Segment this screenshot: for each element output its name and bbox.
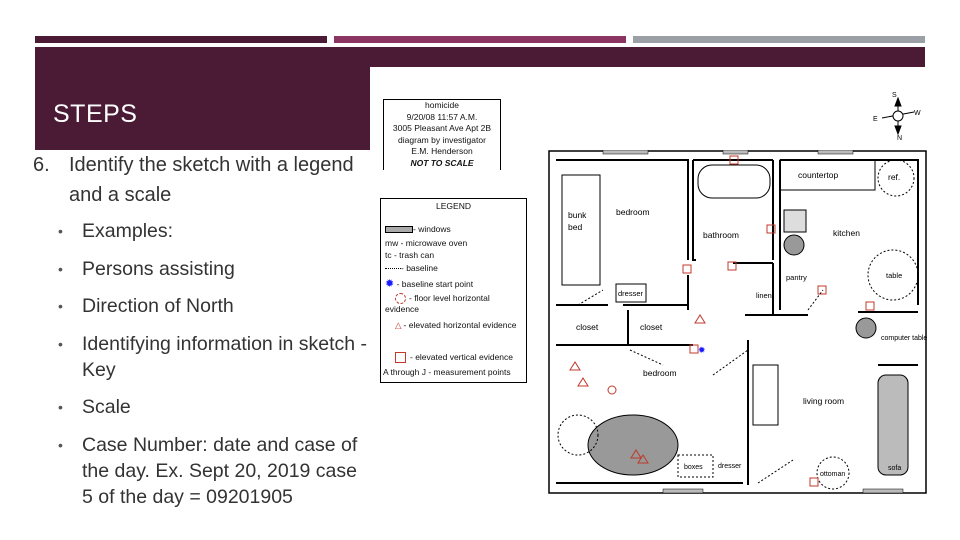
floor-plan-sketch: bedroom bunk bed dresser bathroom counte… (548, 150, 927, 494)
furniture-label-computer-table: computer table (881, 335, 927, 342)
room-label-linen: linen (756, 291, 772, 300)
room-label-pantry: pantry (786, 273, 807, 282)
sketch-info-box: homicide 9/20/08 11:57 A.M. 3005 Pleasan… (383, 99, 501, 170)
legend-label: - baseline (401, 263, 438, 273)
legend-label: - elevated horizontal evidence (403, 320, 517, 330)
legend-trash-can: tc - trash can (385, 250, 435, 260)
legend-start-point: ✹ - baseline start point (385, 277, 473, 290)
legend-label: - baseline start point (396, 279, 474, 289)
compass-n: N (897, 135, 902, 142)
square-icon (395, 352, 406, 364)
compass-rose-icon (881, 96, 915, 136)
header-bar-accent (334, 36, 626, 43)
room-label-closet: closet (576, 322, 599, 332)
bullet-item: Direction of North (58, 293, 368, 319)
header-bar-dark (35, 36, 327, 43)
legend-microwave: mw - microwave oven (385, 238, 468, 248)
furniture-label-ref: ref. (888, 172, 900, 182)
info-line: 9/20/08 11:57 A.M. (406, 111, 478, 122)
info-line: E.M. Henderson (411, 146, 473, 156)
bullet-item: Identifying information in sketch -Key (58, 331, 368, 383)
triangle-icon: △ (395, 320, 402, 330)
compass-w: W (914, 110, 921, 117)
legend-box: LEGEND - windows mw - microwave oven tc … (380, 198, 527, 383)
step-number: 6. (33, 154, 50, 176)
furniture-label-dresser: dresser (618, 289, 644, 298)
bullet-list: Examples: Persons assisting Direction of… (58, 218, 368, 521)
info-line: homicide (424, 100, 460, 110)
legend-floor-evidence: - floor level horizontal evidence (385, 293, 523, 314)
room-label-closet: closet (640, 322, 663, 332)
window-icon (385, 226, 413, 234)
furniture-label-dresser-2: dresser (718, 463, 742, 470)
info-line: 3005 Pleasant Ave Apt 2B (392, 123, 492, 133)
baseline-start-icon: ✹ (698, 345, 706, 355)
legend-title: LEGEND (436, 201, 471, 211)
legend-elevated-horizontal: △ - elevated horizontal evidence (385, 320, 523, 331)
header-bar-gray (633, 36, 925, 43)
dotted-line-icon (385, 268, 401, 270)
bullet-item: Scale (58, 394, 368, 420)
legend-elevated-vertical: - elevated vertical evidence (385, 352, 514, 364)
legend-baseline: - baseline (385, 263, 438, 273)
furniture-label-sofa: sofa (888, 465, 901, 472)
room-label-bedroom-2: bedroom (643, 368, 677, 378)
circle-icon (395, 293, 406, 305)
star-icon: ✹ (385, 278, 395, 290)
furniture-label-table: table (886, 271, 902, 280)
compass-e: E (873, 116, 878, 123)
compass: S W E N (873, 92, 921, 142)
room-label-bedroom: bedroom (616, 207, 650, 217)
legend-measurement-points: A through J - measurement points (383, 367, 511, 377)
furniture-label-boxes: boxes (684, 464, 703, 471)
info-line: diagram by investigator (398, 134, 486, 145)
title-band (35, 47, 925, 67)
furniture-label-countertop: countertop (798, 170, 838, 180)
bullet-item: Persons assisting (58, 256, 368, 282)
furniture-label-bunk: bunk (568, 210, 587, 220)
legend-windows: - windows (385, 224, 451, 234)
slide-title: STEPS (53, 100, 138, 128)
legend-label: - windows (413, 224, 451, 234)
step-text: Identify the sketch with a legend and a … (69, 154, 354, 206)
room-label-bathroom: bathroom (703, 230, 739, 240)
room-label-kitchen: kitchen (833, 228, 860, 238)
scale-note: NOT TO SCALE (410, 157, 474, 168)
furniture-label-ottoman: ottoman (820, 471, 845, 478)
legend-label: - elevated vertical evidence (410, 352, 514, 362)
room-label-living-room: living room (803, 396, 844, 406)
bullet-item: Case Number: date and case of the day. E… (58, 432, 368, 510)
furniture-label-bed: bed (568, 222, 582, 232)
bullet-item: Examples: (58, 218, 368, 244)
compass-s: S (892, 92, 897, 99)
